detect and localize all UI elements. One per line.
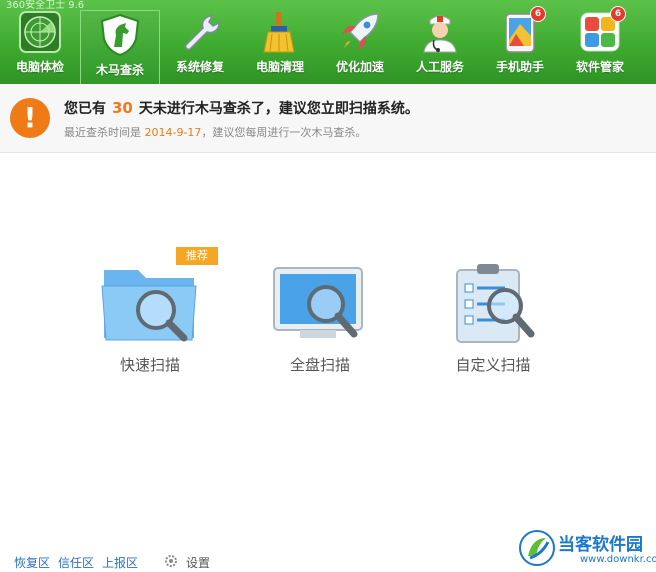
nav-label: 手机助手	[495, 60, 544, 74]
gear-icon[interactable]	[164, 553, 178, 567]
days-count: 30	[112, 99, 133, 117]
nav-item-manual-service[interactable]: 人工服务	[400, 8, 480, 84]
watermark-logo-icon	[519, 530, 555, 566]
last-scan-info: 最近查杀时间是 2014-9-17，建议您每周进行一次木马查杀。	[64, 124, 366, 140]
recommended-tag: 推荐	[176, 247, 218, 265]
nav-item-checkup[interactable]: 电脑体检	[0, 8, 80, 84]
last-scan-suffix: ，建议您每周进行一次木马查杀。	[201, 126, 367, 139]
full-scan-button[interactable]: 全盘扫描	[245, 250, 395, 390]
nav-item-system-repair[interactable]: 系统修复	[160, 8, 240, 84]
nav-label: 人工服务	[415, 60, 464, 74]
notification-badge: 6	[530, 6, 546, 22]
site-watermark: 当客软件园 www.downkr.com	[518, 524, 656, 572]
horse-shield-icon	[98, 13, 142, 57]
banner-prefix: 您已有	[64, 101, 106, 117]
notification-badge: 6	[610, 6, 626, 22]
nav-item-speedup[interactable]: 优化加速	[320, 8, 400, 84]
main-nav: 电脑体检 木马查杀 系统修复 电脑清理 优化加速 人工服务 6 手机助手 6 软…	[0, 0, 656, 84]
custom-scan-button[interactable]: 自定义扫描	[418, 250, 568, 390]
watermark-text: 当客软件园	[558, 535, 643, 555]
banner-message: 您已有 30 天未进行木马查杀了，建议您立即扫描系统。	[64, 98, 419, 118]
nav-label: 优化加速	[335, 60, 384, 74]
watermark-url: www.downkr.com	[580, 554, 656, 565]
nav-label: 木马查杀	[95, 63, 144, 77]
last-scan-prefix: 最近查杀时间是	[64, 126, 141, 139]
wrench-icon	[178, 10, 222, 54]
last-scan-date: 2014-9-17	[144, 126, 202, 139]
nav-item-software-manager[interactable]: 6 软件管家	[560, 6, 640, 84]
nav-label: 系统修复	[175, 60, 224, 74]
nav-item-trojan-scan[interactable]: 木马查杀	[80, 10, 160, 84]
settings-link[interactable]: 设置	[186, 554, 210, 571]
top-toolbar: 360安全卫士 9.6 电脑体检 木马查杀 系统修复 电脑清理 优化加速 人工服…	[0, 0, 656, 84]
broom-icon	[258, 10, 302, 54]
scan-label: 自定义扫描	[455, 356, 531, 374]
banner-suffix: 天未进行木马查杀了，建议您立即扫描系统。	[138, 101, 419, 117]
nav-item-cleanup[interactable]: 电脑清理	[240, 8, 320, 84]
nav-label: 电脑体检	[15, 60, 64, 74]
nav-label: 电脑清理	[255, 60, 304, 74]
scan-label: 快速扫描	[119, 356, 180, 374]
clipboard-magnifier-icon	[443, 262, 543, 346]
rocket-icon	[338, 10, 382, 54]
quick-scan-button[interactable]: 快速扫描	[75, 250, 225, 390]
phone-icon: 6	[498, 6, 546, 54]
report-zone-link[interactable]: 上报区	[102, 554, 138, 571]
exclamation-icon: !	[10, 98, 50, 138]
warning-banner: ! 您已有 30 天未进行木马查杀了，建议您立即扫描系统。 最近查杀时间是 2014…	[0, 84, 656, 153]
radar-icon	[18, 10, 62, 54]
monitor-magnifier-icon	[270, 264, 370, 344]
scan-label: 全盘扫描	[289, 356, 350, 374]
doctor-icon	[418, 10, 462, 54]
trust-zone-link[interactable]: 信任区	[58, 554, 94, 571]
nav-item-phone-assistant[interactable]: 6 手机助手	[480, 6, 560, 84]
nav-label: 软件管家	[575, 60, 624, 74]
app-grid-icon: 6	[578, 6, 626, 54]
folder-magnifier-icon	[100, 264, 200, 344]
restore-zone-link[interactable]: 恢复区	[14, 554, 50, 571]
